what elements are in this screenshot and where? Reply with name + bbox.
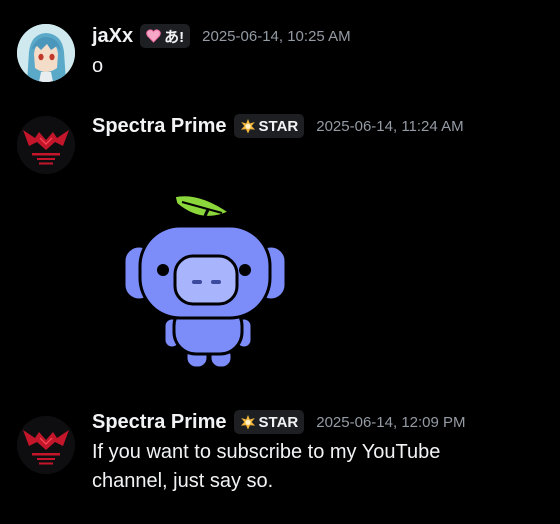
star-burst-icon [240,414,256,430]
timestamp[interactable]: 2025-06-14, 10:25 AM [202,28,350,45]
message-content: o [92,55,104,77]
timestamp[interactable]: 2025-06-14, 12:09 PM [316,414,465,431]
server-tag[interactable]: あ! [140,24,191,48]
avatar[interactable] [17,416,75,474]
username[interactable]: Spectra Prime [92,115,227,138]
message-content: If you want to subscribe to my YouTube c… [92,441,441,492]
star-burst-icon [240,118,256,134]
avatar[interactable] [17,116,75,174]
message-spectra-prime-sticker: Spectra Prime STAR 2025-06-14, 11:24 AM [0,100,560,400]
username[interactable]: Spectra Prime [92,411,227,434]
message-jaxx: jaXx あ! 2025-06-14, 10:25 AM o [0,0,560,100]
pink-heart-icon [146,29,161,43]
server-tag-label: STAR [258,413,299,431]
message-header: jaXx あ! 2025-06-14, 10:25 AM [92,22,351,50]
username[interactable]: jaXx [92,25,133,48]
message-header: Spectra Prime STAR 2025-06-14, 12:09 PM [92,408,466,436]
server-tag[interactable]: STAR [233,410,305,434]
wumpus-sticker[interactable] [118,186,298,376]
message-header: Spectra Prime STAR 2025-06-14, 11:24 AM [92,112,464,140]
server-tag[interactable]: STAR [233,114,305,138]
avatar[interactable] [17,24,75,82]
server-tag-label: STAR [258,117,299,135]
timestamp[interactable]: 2025-06-14, 11:24 AM [316,118,463,135]
message-spectra-prime-text: Spectra Prime STAR 2025-06-14, 12:09 PM … [0,400,560,524]
server-tag-label: あ! [164,28,185,46]
